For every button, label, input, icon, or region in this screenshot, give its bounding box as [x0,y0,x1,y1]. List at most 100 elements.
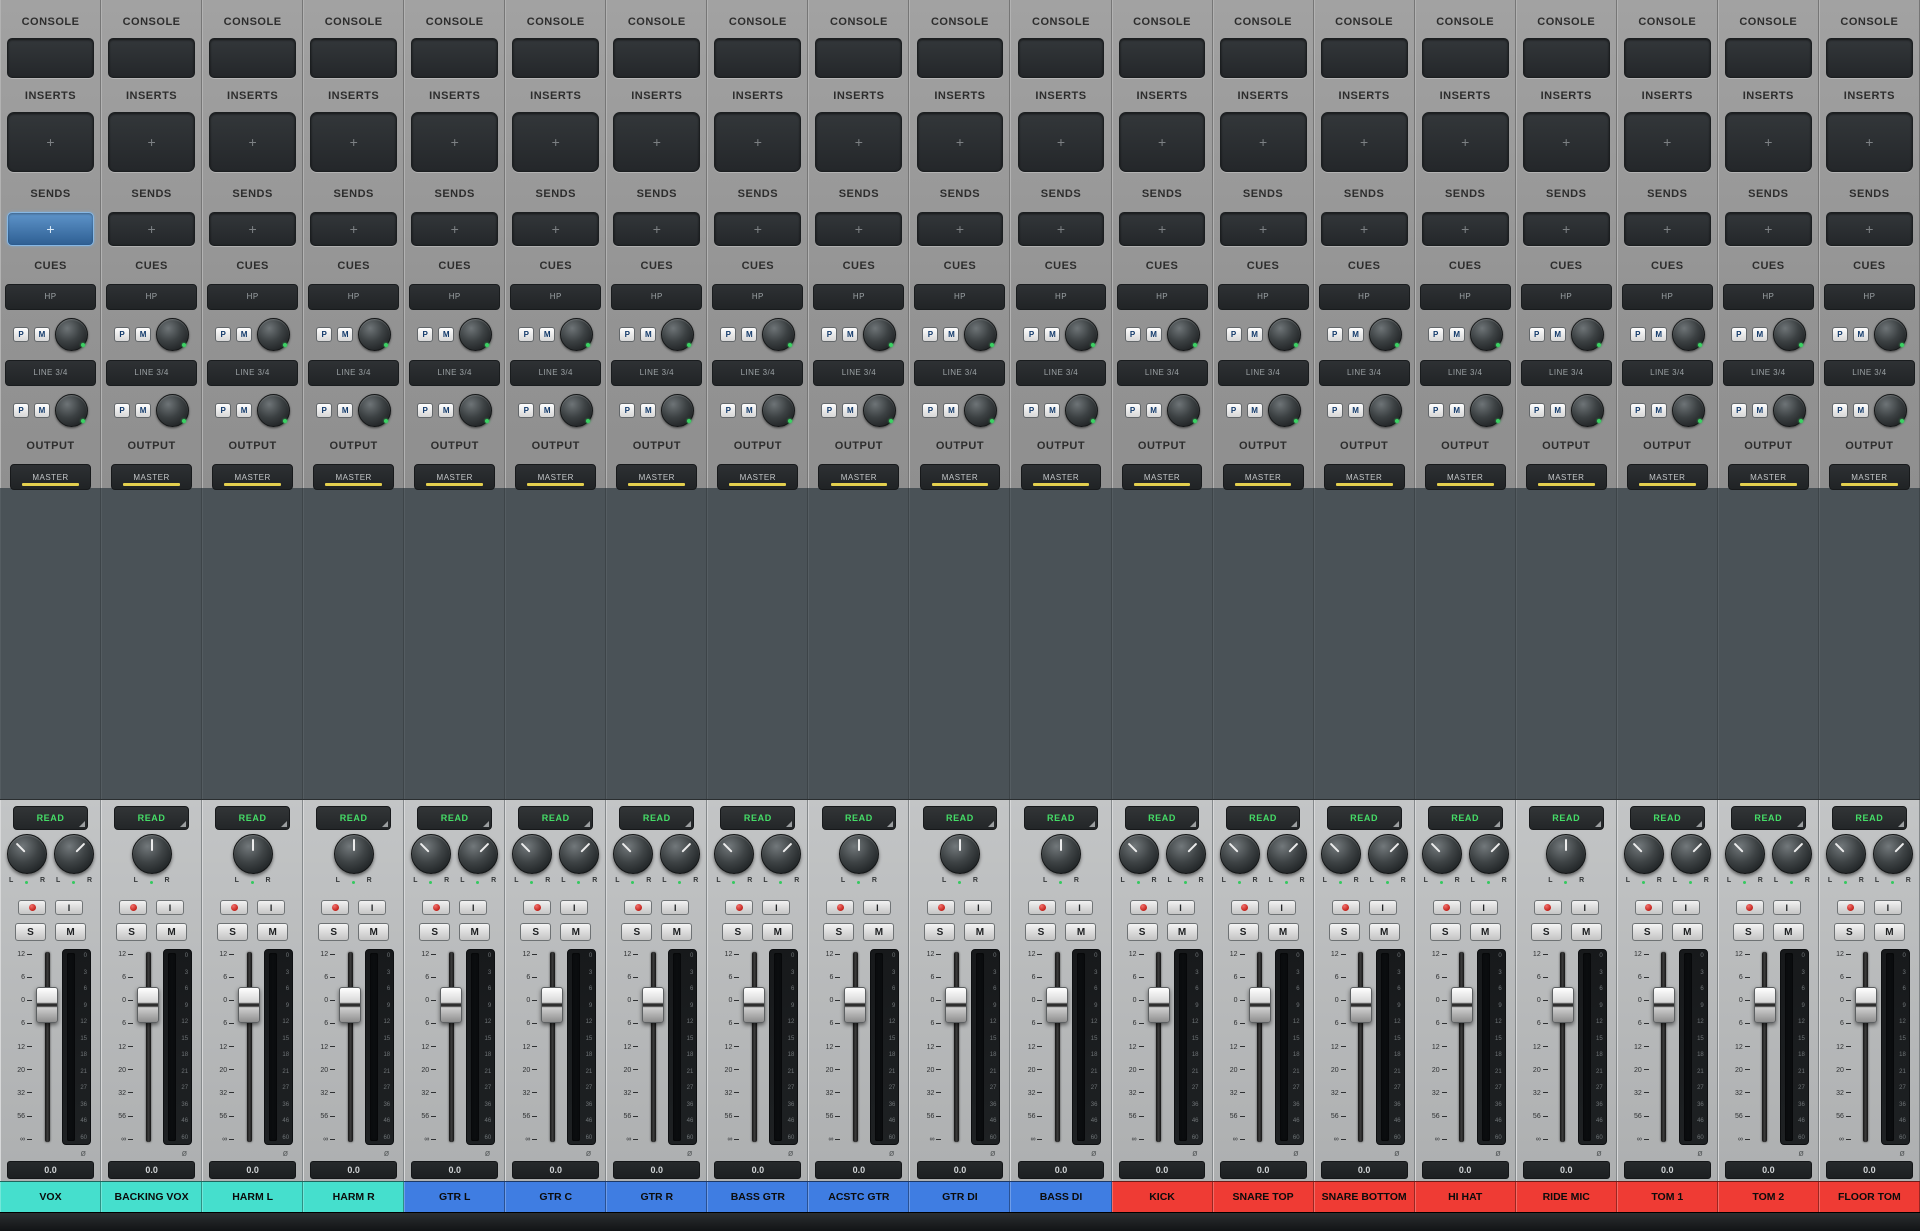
send-add-slot[interactable]: + [411,212,499,246]
volume-fader[interactable] [1247,949,1273,1145]
solo-button[interactable]: S [217,923,249,941]
mute-button[interactable]: M [560,923,592,941]
cue-hp-pan-button[interactable]: P [821,326,838,342]
automation-mode-button[interactable]: READ [1427,806,1503,830]
channel-name-label[interactable]: GTR L [404,1181,506,1212]
pan-knob[interactable] [232,834,273,874]
volume-fader[interactable] [842,949,868,1145]
cue-bus-line34-label[interactable]: LINE 3/4 [712,360,804,386]
cue-bus-line34-label[interactable]: LINE 3/4 [611,360,703,386]
cue-hp-mute-button[interactable]: M [1145,326,1162,342]
solo-button[interactable]: S [1025,923,1057,941]
input-monitor-button[interactable]: I [762,900,791,915]
send-add-slot[interactable]: + [916,212,1004,246]
fader-cap[interactable] [1753,987,1776,1023]
send-add-slot[interactable]: + [7,212,94,246]
input-monitor-button[interactable]: I [1166,900,1195,915]
cue-line34-mute-button[interactable]: M [337,402,354,418]
cue-bus-line34-label[interactable]: LINE 3/4 [1823,360,1915,386]
mute-button[interactable]: M [762,923,794,941]
cue-bus-line34-label[interactable]: LINE 3/4 [5,360,96,386]
cue-line34-mute-button[interactable]: M [236,402,253,418]
cue-hp-level-knob[interactable] [358,317,392,351]
cue-line34-mute-button[interactable]: M [438,402,455,418]
mute-button[interactable]: M [156,923,188,941]
fader-cap[interactable] [1652,987,1675,1023]
cue-hp-level-knob[interactable] [1772,317,1806,351]
cue-bus-hp-label[interactable]: HP [1318,284,1410,310]
cue-hp-level-knob[interactable] [1469,317,1503,351]
input-monitor-button[interactable]: I [1772,900,1801,915]
console-slot[interactable] [714,38,802,78]
fader-cap[interactable] [1854,987,1877,1023]
cue-hp-mute-button[interactable]: M [1448,326,1465,342]
cue-line34-pan-button[interactable]: P [1124,402,1141,418]
record-arm-button[interactable] [624,900,653,915]
console-slot[interactable] [613,38,701,78]
insert-add-slot[interactable]: + [1219,112,1307,172]
cue-bus-line34-label[interactable]: LINE 3/4 [207,360,299,386]
automation-mode-button[interactable]: READ [1326,806,1402,830]
solo-button[interactable]: S [1227,923,1259,941]
cue-bus-line34-label[interactable]: LINE 3/4 [1318,360,1410,386]
input-monitor-button[interactable]: I [560,900,589,915]
pan-knob-right[interactable] [559,834,600,874]
insert-add-slot[interactable]: + [108,112,196,172]
mute-button[interactable]: M [863,923,895,941]
cue-line34-pan-button[interactable]: P [1528,402,1545,418]
pan-knob-left[interactable] [1623,834,1664,874]
cue-line34-level-knob[interactable] [1873,393,1907,427]
console-slot[interactable] [1320,38,1408,78]
cue-hp-pan-button[interactable]: P [114,326,131,342]
automation-mode-button[interactable]: READ [1124,806,1200,830]
mute-button[interactable]: M [661,923,693,941]
cue-hp-level-knob[interactable] [1570,317,1604,351]
channel-name-label[interactable]: BACKING VOX [101,1181,203,1212]
pan-knob-left[interactable] [613,834,654,874]
record-arm-button[interactable] [1533,900,1562,915]
pan-knob-right[interactable] [1771,834,1812,874]
cue-hp-level-knob[interactable] [1671,317,1705,351]
output-master-button[interactable]: MASTER [10,464,91,490]
input-monitor-button[interactable]: I [55,900,84,915]
cue-bus-hp-label[interactable]: HP [5,284,96,310]
fader-cap[interactable] [36,987,59,1023]
cue-hp-level-knob[interactable] [1065,317,1099,351]
cue-line34-level-knob[interactable] [1166,393,1200,427]
pan-knob[interactable] [333,834,374,874]
solo-button[interactable]: S [1833,923,1865,941]
cue-line34-pan-button[interactable]: P [13,402,30,418]
cue-hp-level-knob[interactable] [560,317,594,351]
cue-bus-line34-label[interactable]: LINE 3/4 [1015,360,1107,386]
cue-line34-level-knob[interactable] [1065,393,1099,427]
cue-hp-pan-button[interactable]: P [1225,326,1242,342]
cue-bus-line34-label[interactable]: LINE 3/4 [1722,360,1814,386]
cue-line34-level-knob[interactable] [762,393,796,427]
mute-button[interactable]: M [1570,923,1602,941]
channel-name-label[interactable]: SNARE TOP [1212,1181,1314,1212]
solo-button[interactable]: S [1126,923,1158,941]
automation-mode-button[interactable]: READ [1730,806,1806,830]
cue-hp-level-knob[interactable] [964,317,998,351]
cue-line34-level-knob[interactable] [863,393,897,427]
insert-add-slot[interactable]: + [1522,112,1610,172]
cue-bus-hp-label[interactable]: HP [409,284,501,310]
pan-knob-left[interactable] [1118,834,1159,874]
cue-line34-level-knob[interactable] [358,393,392,427]
cue-line34-pan-button[interactable]: P [417,402,434,418]
input-monitor-button[interactable]: I [964,900,993,915]
pan-knob-left[interactable] [512,834,553,874]
insert-add-slot[interactable]: + [613,112,701,172]
send-add-slot[interactable]: + [1320,212,1408,246]
output-master-button[interactable]: MASTER [1525,464,1607,490]
record-arm-button[interactable] [927,900,956,915]
cue-bus-line34-label[interactable]: LINE 3/4 [914,360,1006,386]
record-arm-button[interactable] [1129,900,1158,915]
volume-fader[interactable] [1853,949,1879,1145]
volume-fader[interactable] [337,949,363,1145]
cue-bus-hp-label[interactable]: HP [914,284,1006,310]
input-monitor-button[interactable]: I [1570,900,1599,915]
pan-knob-right[interactable] [1165,834,1206,874]
console-slot[interactable] [1421,38,1509,78]
cue-hp-level-knob[interactable] [762,317,796,351]
